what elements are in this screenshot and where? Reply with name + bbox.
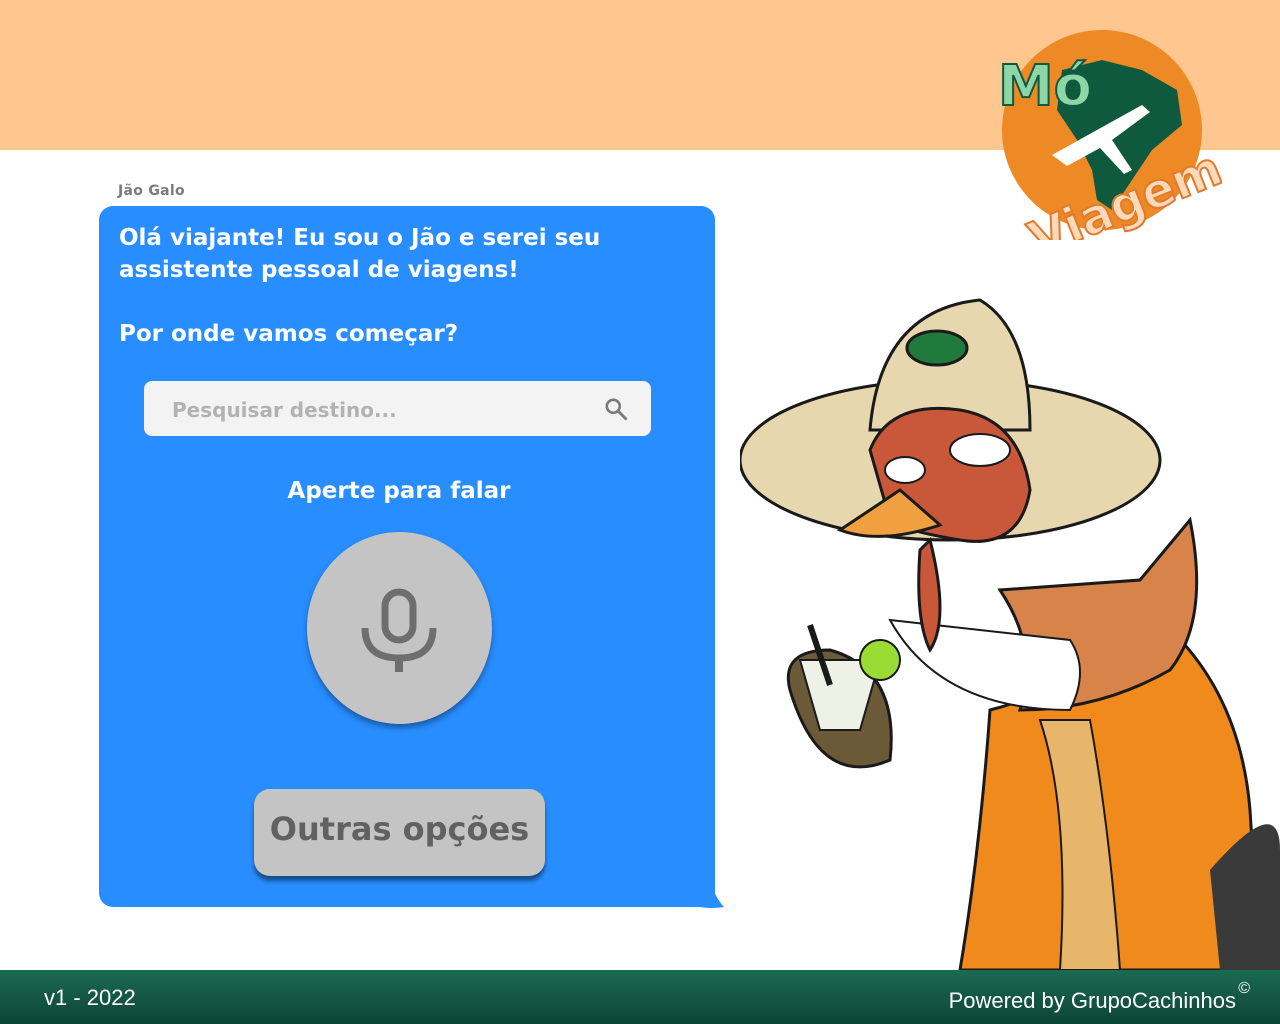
footer: v1 - 2022 Powered by GrupoCachinhos © <box>0 970 1280 1024</box>
other-options-button[interactable]: Outras opções <box>254 789 545 876</box>
assistant-message: Olá viajante! Eu sou o Jão e serei seu a… <box>119 222 699 350</box>
version-label: v1 - 2022 <box>44 985 136 1010</box>
jao-galo-mascot-illustration <box>740 298 1280 970</box>
microphone-icon <box>361 588 437 672</box>
copyright-symbol: © <box>1238 980 1250 997</box>
search-box <box>144 381 651 438</box>
chat-bubble: Olá viajante! Eu sou o Jão e serei seu a… <box>99 206 715 907</box>
message-question: Por onde vamos começar? <box>119 321 459 347</box>
chat-bubble-tail <box>690 860 724 908</box>
push-to-talk-label: Aperte para falar <box>287 478 511 504</box>
destination-search-input[interactable] <box>170 381 594 438</box>
message-greeting: Olá viajante! Eu sou o Jão e serei seu a… <box>119 225 601 283</box>
svg-text:Mó: Mó <box>998 54 1092 119</box>
sender-name: Jão Galo <box>118 183 185 199</box>
mo-viagem-logo[interactable]: Mó Viagem <box>992 30 1222 240</box>
search-icon[interactable] <box>603 396 629 422</box>
powered-by-label: Powered by GrupoCachinhos <box>948 988 1236 1013</box>
microphone-button[interactable] <box>307 532 492 724</box>
